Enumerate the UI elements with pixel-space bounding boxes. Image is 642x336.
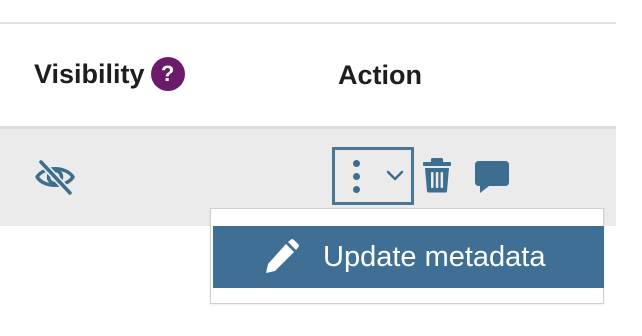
trash-icon[interactable]	[422, 157, 452, 193]
update-metadata-menu-item[interactable]: Update metadata	[213, 226, 604, 288]
action-column-header: Action	[338, 60, 422, 90]
chevron-down-icon	[386, 170, 404, 181]
visibility-header-label: Visibility	[34, 58, 145, 89]
kebab-menu-icon	[353, 159, 360, 193]
update-metadata-label: Update metadata	[323, 240, 546, 273]
help-icon[interactable]: ?	[150, 57, 185, 91]
pencil-icon	[266, 239, 299, 273]
row-actions-dropdown: Update metadata	[210, 208, 604, 304]
eye-slash-icon	[35, 158, 75, 197]
visibility-column-header: Visibility ?	[34, 57, 185, 91]
table-header-row: Visibility ? Action	[0, 24, 616, 128]
row-actions-menu-button[interactable]	[332, 147, 414, 205]
comment-icon[interactable]	[474, 159, 510, 195]
